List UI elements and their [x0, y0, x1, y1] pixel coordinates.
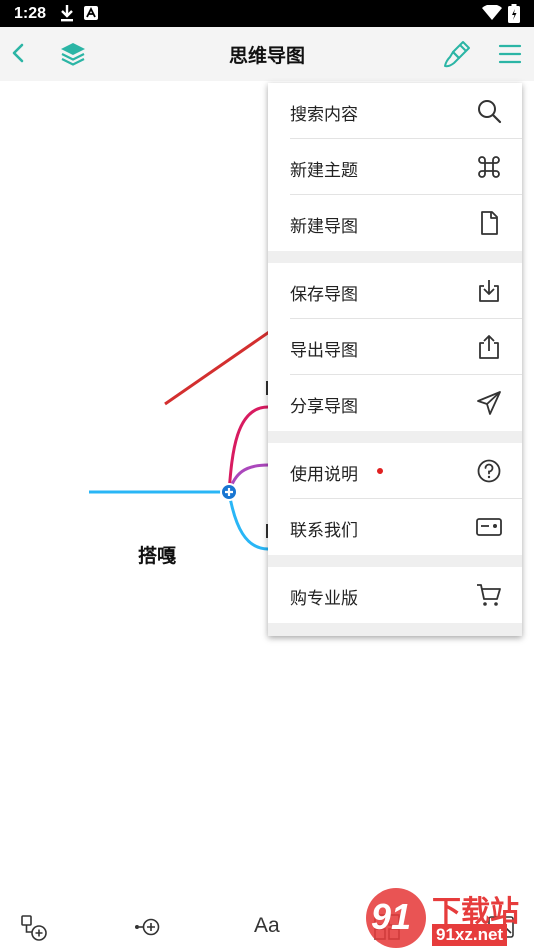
branch-line-blue [227, 491, 269, 551]
menu-item-label: 联系我们 [290, 521, 358, 540]
download-icon [61, 5, 73, 22]
menu-item-buy-pro[interactable]: 购专业版 [268, 567, 522, 623]
search-icon [478, 100, 502, 124]
root-topic-label[interactable]: 搭嘎 [138, 541, 176, 568]
menu-item-new-map[interactable]: 新建导图 [268, 195, 522, 251]
menu-item-share-map[interactable]: 分享导图 [268, 375, 522, 431]
battery-icon [508, 4, 520, 23]
text-style-button[interactable]: Aa [254, 914, 280, 938]
menu-item-label: 导出导图 [290, 341, 358, 360]
add-sibling-node-icon[interactable] [134, 912, 164, 942]
cart-icon [477, 584, 501, 606]
watermark-number: 91 [371, 896, 412, 937]
help-icon [477, 459, 501, 483]
download-box-icon [479, 280, 499, 302]
menu-item-label: 搜索内容 [290, 105, 358, 124]
menu-item-save-map[interactable]: 保存导图 [268, 263, 522, 319]
status-time: 1:28 [14, 5, 47, 22]
menu-item-contact-us[interactable]: 联系我们 [268, 499, 522, 555]
paint-brush-icon[interactable] [442, 39, 472, 69]
export-icon [479, 335, 499, 359]
menu-item-label: 新建导图 [290, 217, 358, 236]
notification-badge [377, 468, 383, 474]
menu-item-label: 使用说明 [290, 465, 358, 484]
menu-item-label: 新建主题 [290, 161, 358, 180]
menu-item-export-map[interactable]: 导出导图 [268, 319, 522, 375]
menu-item-instructions[interactable]: 使用说明 [268, 443, 522, 499]
menu-item-label: 分享导图 [290, 397, 358, 416]
wifi-icon [482, 5, 502, 20]
menu-item-new-topic[interactable]: 新建主题 [268, 139, 522, 195]
add-subtopic-icon[interactable] [20, 912, 50, 942]
menu-item-label: 购专业版 [290, 589, 358, 608]
options-dropdown-menu: 搜索内容 新建主题 新建导图 保存导图 导出导图 分享导图 使用说明 联系我们 … [268, 83, 522, 636]
app-toolbar: 思维导图 [0, 27, 534, 81]
watermark-url: 91xz.net [432, 924, 508, 946]
send-icon [477, 391, 501, 415]
menu-item-label: 保存导图 [290, 285, 358, 304]
command-icon [478, 156, 500, 178]
app-notification-icon [84, 6, 98, 20]
status-bar: 1:28 [0, 0, 534, 27]
menu-item-search[interactable]: 搜索内容 [268, 83, 522, 139]
contact-card-icon [476, 518, 502, 536]
new-file-icon [481, 211, 498, 235]
menu-icon[interactable] [496, 40, 524, 68]
